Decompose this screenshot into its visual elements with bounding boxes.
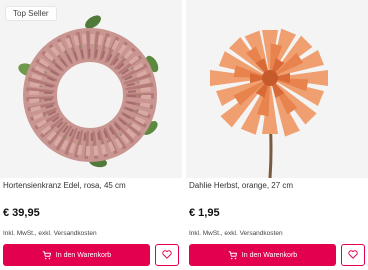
product-name[interactable]: Dahlie Herbst, orange, 27 cm bbox=[189, 181, 293, 190]
top-seller-badge: Top Seller bbox=[5, 6, 57, 21]
product-price: € 39,95 bbox=[3, 207, 40, 219]
dahlia-image bbox=[210, 28, 328, 178]
product-price: € 1,95 bbox=[189, 207, 220, 219]
add-to-cart-button[interactable]: In den Warenkorb bbox=[3, 244, 150, 266]
product-image-dahlia[interactable] bbox=[186, 0, 368, 178]
cart-icon bbox=[42, 250, 51, 260]
tax-note: Inkl. MwSt., exkl. Versandkosten bbox=[189, 230, 283, 237]
tax-note: Inkl. MwSt., exkl. Versandkosten bbox=[3, 230, 97, 237]
product-image-hydrangea-wreath[interactable]: Top Seller bbox=[0, 0, 182, 178]
heart-icon bbox=[348, 246, 358, 264]
wishlist-button[interactable] bbox=[155, 244, 179, 266]
add-to-cart-button[interactable]: In den Warenkorb bbox=[189, 244, 336, 266]
add-to-cart-label: In den Warenkorb bbox=[55, 251, 112, 259]
add-to-cart-label: In den Warenkorb bbox=[241, 251, 298, 259]
heart-icon bbox=[162, 246, 172, 264]
product-card[interactable]: Dahlie Herbst, orange, 27 cm € 1,95 Inkl… bbox=[186, 0, 368, 270]
cart-icon bbox=[228, 250, 237, 260]
hydrangea-wreath-image bbox=[18, 15, 159, 168]
wishlist-button[interactable] bbox=[341, 244, 365, 266]
product-name[interactable]: Hortensienkranz Edel, rosa, 45 cm bbox=[3, 181, 126, 190]
product-card[interactable]: Top Seller Hortensienkranz Edel, rosa, 4… bbox=[0, 0, 182, 270]
